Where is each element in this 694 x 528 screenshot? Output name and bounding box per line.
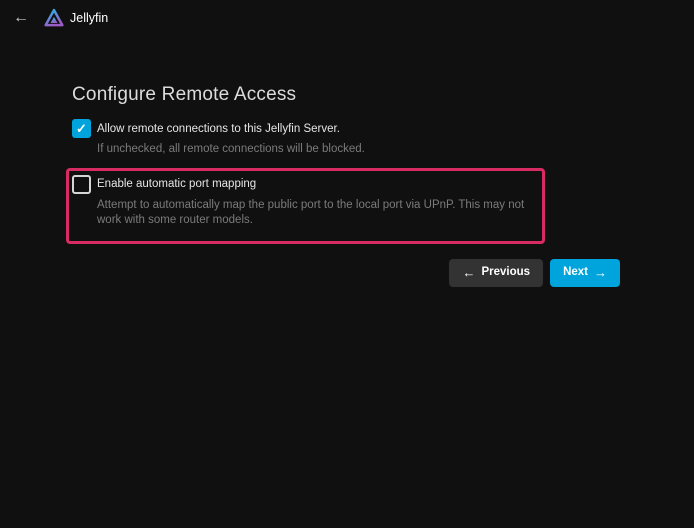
next-button[interactable]: Next → (550, 259, 620, 287)
allow-remote-connections-checkbox[interactable]: ✓ (72, 119, 91, 138)
enable-port-mapping-checkbox[interactable] (72, 175, 91, 194)
highlight-annotation-box: Enable automatic port mapping Attempt to… (66, 168, 545, 244)
jellyfin-logo-icon (44, 8, 64, 28)
app-bar: ← Jellyfin (0, 0, 694, 36)
check-icon: ✓ (76, 122, 87, 135)
wizard-buttons-row: ← Previous Next → (72, 259, 620, 287)
app-name: Jellyfin (70, 11, 108, 25)
option-allow-remote-connections: ✓ Allow remote connections to this Jelly… (72, 119, 620, 158)
enable-port-mapping-label[interactable]: Enable automatic port mapping (97, 178, 256, 190)
allow-remote-connections-label[interactable]: Allow remote connections to this Jellyfi… (97, 123, 340, 135)
option-enable-port-mapping: Enable automatic port mapping Attempt to… (72, 175, 534, 229)
enable-port-mapping-description: Attempt to automatically map the public … (97, 198, 534, 229)
back-button[interactable]: ← (8, 5, 34, 31)
arrow-left-icon: ← (462, 266, 475, 279)
app-logo: Jellyfin (44, 8, 108, 28)
wizard-content: Configure Remote Access ✓ Allow remote c… (72, 84, 620, 287)
back-arrow-icon: ← (13, 9, 29, 27)
allow-remote-connections-description: If unchecked, all remote connections wil… (97, 142, 620, 158)
next-button-label: Next (563, 267, 588, 279)
previous-button[interactable]: ← Previous (449, 259, 543, 287)
previous-button-label: Previous (481, 267, 530, 279)
arrow-right-icon: → (594, 266, 607, 279)
page-title: Configure Remote Access (72, 84, 620, 106)
